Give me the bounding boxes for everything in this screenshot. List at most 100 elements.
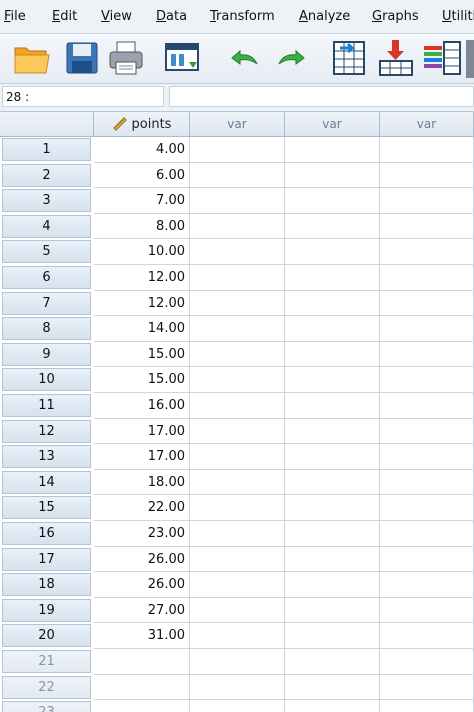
row-header[interactable]: 6 xyxy=(2,266,91,289)
cell-var[interactable] xyxy=(380,188,474,214)
row-header[interactable]: 11 xyxy=(2,394,91,417)
row-header[interactable]: 14 xyxy=(2,470,91,494)
menu-data[interactable]: Data xyxy=(156,9,187,24)
cell-var[interactable] xyxy=(285,137,380,163)
open-folder-icon[interactable] xyxy=(12,38,52,78)
row-header[interactable]: 22 xyxy=(2,675,91,699)
cell-var[interactable] xyxy=(380,674,474,701)
row-header[interactable]: 3 xyxy=(2,189,91,213)
cell-var[interactable] xyxy=(285,649,380,675)
cell-var[interactable] xyxy=(380,213,474,240)
cell-var[interactable] xyxy=(285,700,380,712)
cell-var[interactable] xyxy=(285,367,380,393)
cell-var[interactable] xyxy=(190,649,285,675)
cell-var[interactable] xyxy=(380,341,474,368)
cell-points[interactable]: 17.00 xyxy=(94,444,190,470)
cell-var[interactable] xyxy=(380,162,474,189)
cell-var[interactable] xyxy=(285,188,380,214)
cell-var[interactable] xyxy=(190,546,285,573)
cell-var[interactable] xyxy=(285,444,380,470)
cell-var[interactable] xyxy=(190,239,285,265)
cell-var[interactable] xyxy=(285,393,380,419)
cell-points[interactable]: 4.00 xyxy=(94,137,190,163)
cell-points[interactable]: 27.00 xyxy=(94,597,190,624)
row-header[interactable]: 12 xyxy=(2,419,91,443)
row-header[interactable]: 16 xyxy=(2,522,91,545)
cell-var[interactable] xyxy=(380,597,474,624)
row-header[interactable]: 18 xyxy=(2,573,91,597)
cell-var[interactable] xyxy=(285,316,380,342)
cell-points[interactable]: 10.00 xyxy=(94,239,190,265)
cell-points[interactable]: 12.00 xyxy=(94,290,190,317)
cell-var[interactable] xyxy=(380,418,474,445)
menu-analyze[interactable]: Analyze xyxy=(299,9,350,24)
column-header-var[interactable]: var xyxy=(285,112,380,137)
cell-var[interactable] xyxy=(380,367,474,393)
cell-var[interactable] xyxy=(190,341,285,368)
cell-var[interactable] xyxy=(190,469,285,496)
row-header[interactable]: 5 xyxy=(2,240,91,264)
cell-var[interactable] xyxy=(380,495,474,521)
cell-var[interactable] xyxy=(285,597,380,624)
row-header[interactable]: 1 xyxy=(2,138,91,161)
cell-var[interactable] xyxy=(190,162,285,189)
cell-points[interactable]: 26.00 xyxy=(94,572,190,598)
cell-var[interactable] xyxy=(285,674,380,701)
cell-var[interactable] xyxy=(190,495,285,521)
cell-var[interactable] xyxy=(380,623,474,649)
cell-reference[interactable]: 28 : xyxy=(2,86,164,107)
cell-var[interactable] xyxy=(380,137,474,163)
cell-points[interactable]: 17.00 xyxy=(94,418,190,445)
cell-var[interactable] xyxy=(285,469,380,496)
cell-var[interactable] xyxy=(190,572,285,598)
cell-points[interactable]: 26.00 xyxy=(94,546,190,573)
menu-utilities[interactable]: Utiliti xyxy=(442,9,474,24)
row-header[interactable]: 23 xyxy=(2,701,91,712)
menu-graphs[interactable]: Graphs xyxy=(372,9,419,24)
cell-var[interactable] xyxy=(285,623,380,649)
cell-var[interactable] xyxy=(190,137,285,163)
recall-dialog-icon[interactable] xyxy=(162,38,202,78)
redo-icon[interactable] xyxy=(272,38,312,78)
cell-var[interactable] xyxy=(285,418,380,445)
cell-var[interactable] xyxy=(285,546,380,573)
cell-points[interactable]: 7.00 xyxy=(94,188,190,214)
undo-icon[interactable] xyxy=(224,38,264,78)
menu-file[interactable]: File xyxy=(4,9,26,24)
cell-var[interactable] xyxy=(380,469,474,496)
cell-var[interactable] xyxy=(190,316,285,342)
cell-var[interactable] xyxy=(285,341,380,368)
cell-var[interactable] xyxy=(285,290,380,317)
goto-variable-icon[interactable] xyxy=(376,38,416,78)
cell-var[interactable] xyxy=(190,623,285,649)
row-header[interactable]: 19 xyxy=(2,598,91,622)
cell-var[interactable] xyxy=(380,239,474,265)
grid-corner[interactable] xyxy=(0,112,94,137)
cell-var[interactable] xyxy=(190,521,285,547)
cell-var[interactable] xyxy=(190,213,285,240)
menu-view[interactable]: View xyxy=(101,9,132,24)
cell-var[interactable] xyxy=(285,265,380,291)
cell-var[interactable] xyxy=(380,265,474,291)
cell-value-editor[interactable] xyxy=(169,86,474,107)
cell-points[interactable]: 14.00 xyxy=(94,316,190,342)
cell-var[interactable] xyxy=(380,316,474,342)
cell-var[interactable] xyxy=(285,213,380,240)
cell-var[interactable] xyxy=(380,546,474,573)
cell-var[interactable] xyxy=(380,521,474,547)
row-header[interactable]: 8 xyxy=(2,317,91,341)
column-header-var[interactable]: var xyxy=(380,112,474,137)
print-icon[interactable] xyxy=(106,38,146,78)
cell-var[interactable] xyxy=(380,649,474,675)
cell-points[interactable]: 22.00 xyxy=(94,495,190,521)
cell-var[interactable] xyxy=(190,418,285,445)
cell-var[interactable] xyxy=(190,597,285,624)
row-header[interactable]: 7 xyxy=(2,291,91,315)
row-header[interactable]: 13 xyxy=(2,445,91,469)
column-header-points[interactable]: points xyxy=(94,112,190,137)
save-icon[interactable] xyxy=(62,38,102,78)
cell-points[interactable] xyxy=(94,674,190,701)
row-header[interactable]: 4 xyxy=(2,214,91,238)
cell-points[interactable]: 15.00 xyxy=(94,367,190,393)
cell-var[interactable] xyxy=(285,572,380,598)
